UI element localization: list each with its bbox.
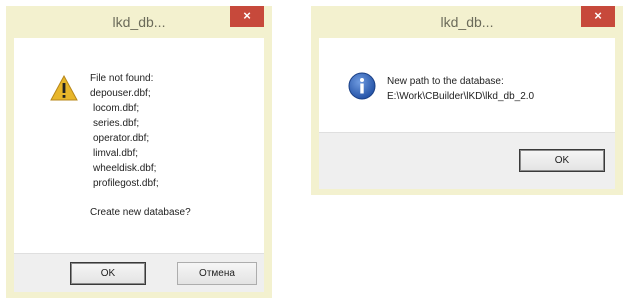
missing-file: series.dbf; [93, 118, 140, 129]
close-button[interactable]: × [581, 6, 615, 27]
window-title: lkd_db... [440, 14, 494, 30]
missing-file: limval.dbf; [93, 148, 139, 159]
ok-label: OK [554, 155, 570, 166]
cancel-label: Отмена [199, 268, 235, 279]
dialog-file-not-found: lkd_db... × File not found: depouser.dbf… [6, 6, 272, 298]
message-header: New path to the database: [387, 76, 504, 87]
close-button[interactable]: × [230, 6, 264, 27]
content-area: File not found: depouser.dbf; locom.dbf;… [14, 38, 264, 253]
missing-file: profilegost.dbf; [93, 178, 159, 189]
database-path: E:\Work\CBuilder\lKD\lkd_db_2.0 [387, 91, 535, 102]
titlebar[interactable]: lkd_db... × [6, 6, 272, 38]
close-icon: × [243, 8, 251, 23]
ok-button[interactable]: OK [70, 262, 146, 285]
missing-file: depouser.dbf; [90, 88, 151, 99]
titlebar[interactable]: lkd_db... × [311, 6, 623, 38]
question-text: Create new database? [90, 207, 191, 218]
content-area: New path to the database: E:\Work\CBuild… [319, 38, 615, 132]
info-icon [348, 72, 376, 100]
cancel-button[interactable]: Отмена [177, 262, 257, 285]
ok-label: OK [100, 268, 116, 279]
dialog-new-path: lkd_db... × New path to the database: E:… [311, 6, 623, 195]
button-bar: OK Отмена [14, 253, 264, 292]
message-text: File not found: depouser.dbf; locom.dbf;… [90, 71, 191, 220]
warning-icon [50, 75, 78, 101]
missing-file: operator.dbf; [93, 133, 150, 144]
button-bar: OK [319, 132, 615, 189]
message-text: New path to the database: E:\Work\CBuild… [387, 74, 534, 104]
ok-button[interactable]: OK [519, 149, 605, 172]
missing-file: locom.dbf; [93, 103, 140, 114]
window-title: lkd_db... [112, 14, 166, 30]
close-icon: × [594, 8, 602, 23]
message-header: File not found: [90, 73, 154, 84]
missing-file: wheeldisk.dbf; [93, 163, 157, 174]
